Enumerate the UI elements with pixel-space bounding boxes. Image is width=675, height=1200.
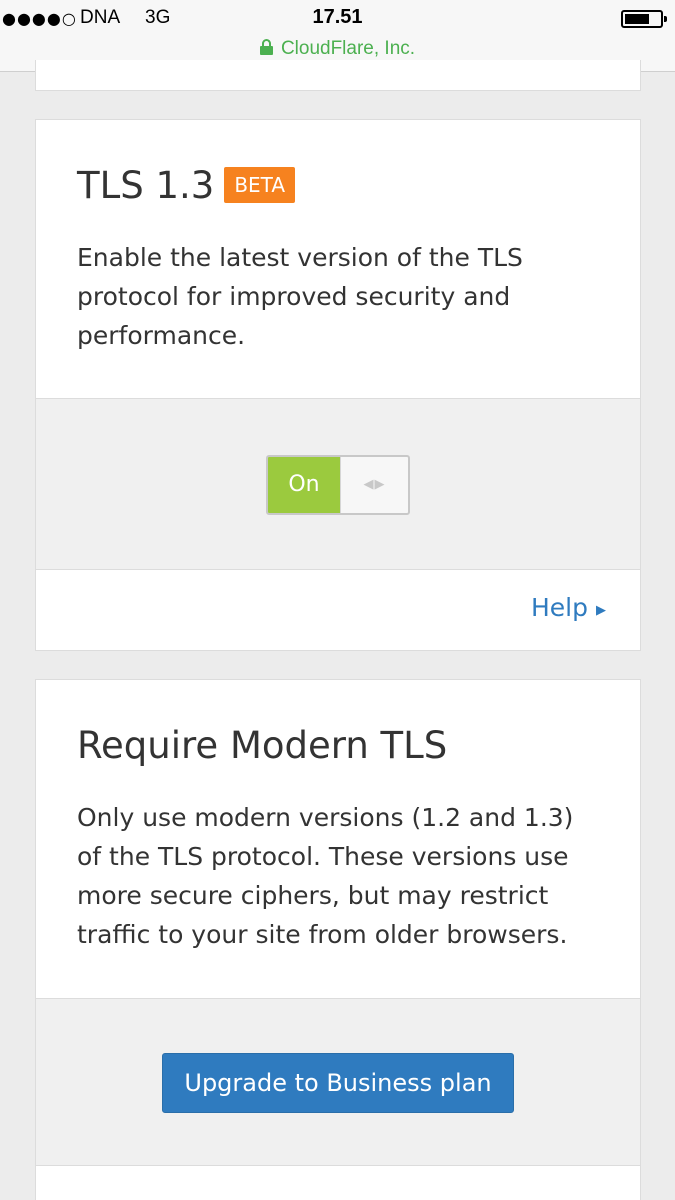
address-bar[interactable]: CloudFlare, Inc. (0, 38, 675, 60)
help-link[interactable]: Help ▶ (531, 593, 606, 622)
status-time: 17.51 (312, 6, 363, 28)
tls13-control-area: On ◀▶ (36, 398, 640, 570)
modern-tls-description: Only use modern versions (1.2 and 1.3) o… (77, 803, 574, 949)
modern-tls-control-area: Upgrade to Business plan (36, 998, 640, 1166)
tls13-toggle[interactable]: On ◀▶ (266, 455, 410, 515)
toggle-handle-icon[interactable]: ◀▶ (340, 457, 408, 513)
tls13-card: TLS 1.3 BETA Enable the latest version of… (35, 119, 641, 651)
beta-badge: BETA (224, 167, 296, 203)
tls13-title: TLS 1.3 (77, 164, 215, 207)
help-label: Help (531, 593, 588, 622)
modern-tls-title: Require Modern TLS (77, 724, 448, 767)
caret-right-icon: ▶ (596, 603, 606, 618)
card-title: TLS 1.3 BETA (77, 164, 296, 207)
lock-icon (259, 39, 273, 55)
tls13-description: Enable the latest version of the TLS pro… (77, 243, 523, 350)
battery-icon (621, 10, 667, 28)
site-identity: CloudFlare, Inc. (280, 38, 416, 59)
modern-tls-card: Require Modern TLS Only use modern versi… (35, 679, 641, 1200)
previous-card (35, 60, 641, 91)
toggle-on-label: On (268, 457, 340, 513)
upgrade-business-button[interactable]: Upgrade to Business plan (162, 1053, 514, 1113)
